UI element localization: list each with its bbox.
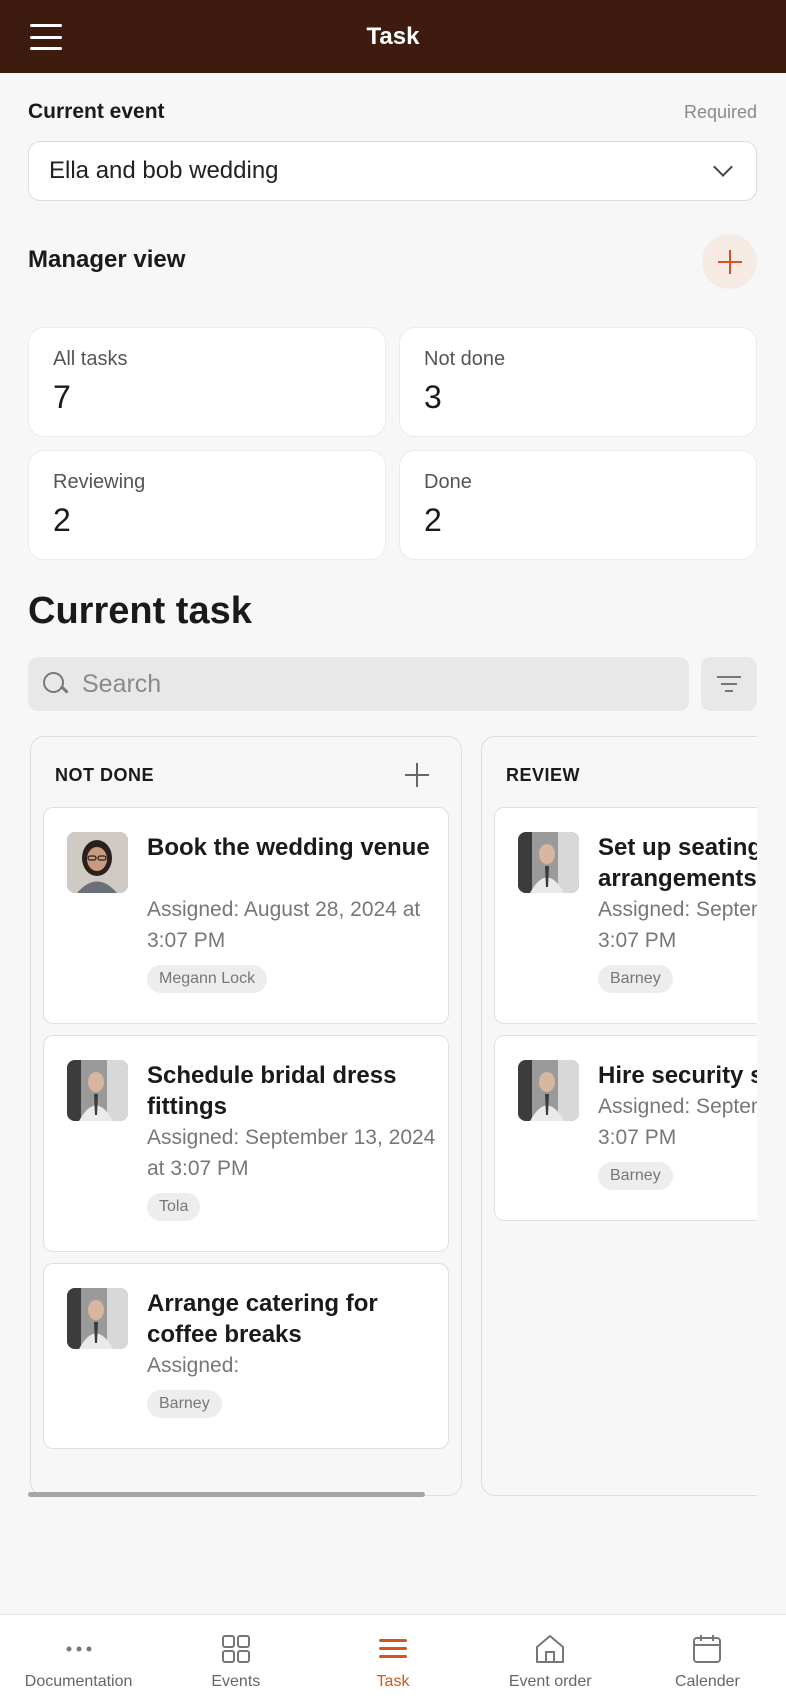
current-event-label: Current event (28, 100, 165, 123)
add-task-button[interactable] (702, 234, 757, 289)
task-assigned-date: Assigned: August 28, 2024 at 3:07 PM (147, 898, 421, 952)
stat-label: Done (424, 471, 472, 493)
stat-card-reviewing[interactable]: Reviewing 2 (28, 450, 386, 560)
stat-card-done[interactable]: Done 2 (399, 450, 757, 560)
avatar (67, 832, 128, 893)
stat-value: 3 (424, 379, 442, 415)
task-title: Book the wedding venue (147, 834, 430, 861)
task-card[interactable]: Schedule bridal dress fittings Assigned:… (43, 1035, 449, 1252)
column-title: REVIEW (506, 765, 581, 785)
filter-button[interactable] (701, 657, 757, 711)
task-title: Arrange catering for coffee breaks (147, 1290, 378, 1348)
filter-icon (717, 676, 741, 678)
column-review: REVIEW Set up seating arrangements Assig… (481, 736, 757, 1496)
horizontal-scrollbar[interactable] (28, 1492, 425, 1497)
nav-item-calender[interactable]: Calender (629, 1615, 786, 1704)
required-label: Required (683, 101, 757, 122)
bottom-nav: Documentation Events Task Event order Ca… (0, 1614, 786, 1704)
stat-card-not-done[interactable]: Not done 3 (399, 327, 757, 437)
nav-label: Events (211, 1673, 261, 1690)
assignee-badge: Megann Lock (147, 965, 268, 993)
current-task-title: Current task (28, 590, 252, 632)
task-card[interactable]: Set up seating arrangements Assigned: Se… (494, 807, 757, 1024)
avatar (67, 1288, 128, 1349)
task-assigned-date: Assigned: (147, 1354, 240, 1377)
assignee-badge: Barney (598, 965, 673, 993)
man-avatar-image (67, 1288, 128, 1349)
plus-icon (717, 249, 742, 274)
add-card-button[interactable] (405, 763, 429, 787)
stat-value: 2 (424, 502, 442, 538)
task-card[interactable]: Hire security s Assigned: September 2024… (494, 1035, 757, 1221)
task-title: Set up seating arrangements (598, 834, 757, 892)
nav-label: Documentation (24, 1673, 133, 1690)
nav-label: Task (376, 1673, 410, 1690)
man-avatar-image (518, 1060, 579, 1121)
task-card[interactable]: Book the wedding venue Assigned: August … (43, 807, 449, 1024)
plus-icon (405, 763, 429, 787)
nav-label: Calender (674, 1673, 740, 1690)
task-card[interactable]: Arrange catering for coffee breaks Assig… (43, 1263, 449, 1449)
manager-view-title: Manager view (28, 246, 186, 273)
stat-value: 7 (53, 379, 71, 415)
app-header: Task (0, 0, 786, 73)
event-label-row: Current event Required (28, 100, 757, 124)
task-title: Hire security s (598, 1062, 757, 1089)
nav-item-event-order[interactable]: Event order (472, 1615, 629, 1704)
chevron-down-icon (713, 157, 733, 177)
nav-item-task[interactable]: Task (314, 1615, 471, 1704)
page-title: Task (366, 22, 420, 50)
search-bar (28, 657, 689, 711)
assignee-badge: Tola (147, 1193, 201, 1221)
nav-item-events[interactable]: Events (157, 1615, 314, 1704)
stat-label: Not done (424, 348, 506, 370)
more-dots-icon (66, 1646, 92, 1652)
woman-avatar-image (67, 832, 128, 893)
column-title: NOT DONE (55, 765, 155, 785)
avatar (518, 1060, 579, 1121)
avatar (518, 832, 579, 893)
event-select-value: Ella and bob wedding (49, 157, 279, 184)
man-avatar-image (67, 1060, 128, 1121)
search-icon (42, 671, 68, 697)
calendar-icon (693, 1635, 722, 1663)
home-icon (536, 1635, 565, 1663)
assignee-badge: Barney (147, 1390, 222, 1418)
column-not-done: NOT DONE Book the wedding venue Assigned… (30, 736, 462, 1496)
task-title: Schedule bridal dress fittings (147, 1062, 397, 1120)
nav-item-documentation[interactable]: Documentation (0, 1615, 157, 1704)
kanban-board[interactable]: NOT DONE Book the wedding venue Assigned… (28, 736, 757, 1498)
stat-card-all-tasks[interactable]: All tasks 7 (28, 327, 386, 437)
grid-icon (221, 1635, 250, 1663)
assignee-badge: Barney (598, 1162, 673, 1190)
search-input[interactable] (82, 669, 662, 699)
task-assigned-date: Assigned: September 2024 at 3:07 PM (598, 1095, 757, 1149)
man-avatar-image (518, 832, 579, 893)
nav-label: Event order (508, 1673, 592, 1690)
stat-label: All tasks (53, 348, 128, 370)
task-assigned-date: Assigned: September 2024 at 3:07 PM (598, 898, 757, 952)
task-assigned-date: Assigned: September 13, 2024 at 3:07 PM (147, 1126, 436, 1180)
stat-label: Reviewing (53, 471, 146, 493)
avatar (67, 1060, 128, 1121)
hamburger-menu-icon[interactable] (30, 24, 62, 50)
list-icon (379, 1639, 407, 1658)
stat-value: 2 (53, 502, 71, 538)
event-select[interactable]: Ella and bob wedding (28, 141, 757, 201)
